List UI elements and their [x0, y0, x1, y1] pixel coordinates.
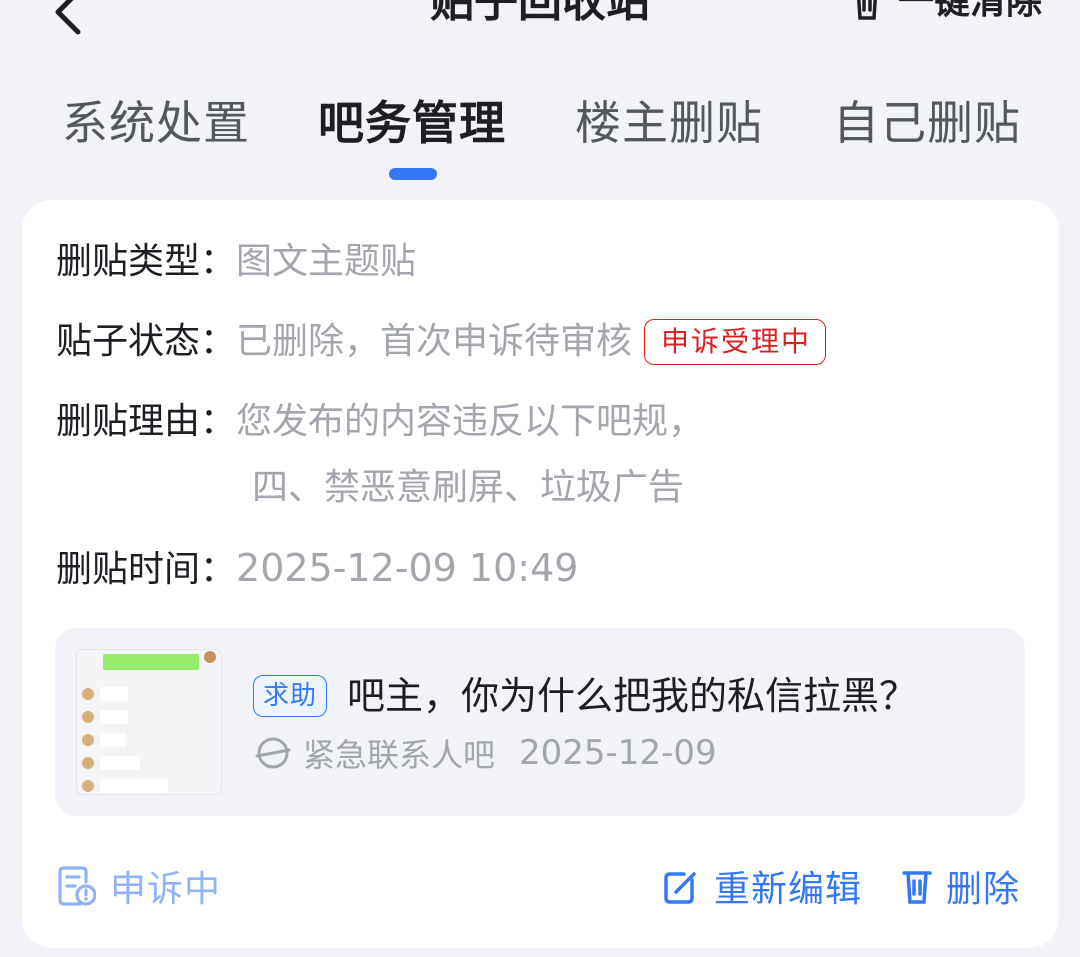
clear-all-label: 一键清除 [897, 0, 1042, 22]
trash-icon [902, 871, 932, 904]
tab-self-deleted[interactable]: 自己删贴 [833, 92, 1021, 154]
post-title: 吧主，你为什么把我的私信拉黑？ [347, 674, 918, 718]
post-status-value: 已删除，首次申诉待审核 [236, 321, 633, 362]
tab-forum-admin[interactable]: 吧务管理 [318, 92, 506, 154]
delete-reason-line2: 四、禁恶意刷屏、垃圾广告 [252, 467, 685, 508]
delete-time-key: 删贴时间： [56, 549, 237, 590]
delete-reason-line1: 您发布的内容违反以下吧规， [236, 401, 705, 442]
post-thumbnail [76, 649, 222, 795]
chat-screenshot-thumbnail [77, 650, 221, 794]
appeal-status-label: 申诉中 [110, 869, 222, 910]
tab-bar: 系统处置 吧务管理 楼主删贴 自己删贴 [0, 92, 1080, 162]
tab-op-deleted[interactable]: 楼主删贴 [575, 92, 763, 154]
clear-all-button[interactable]: 一键清除 [850, 0, 1042, 26]
delete-time-row: 删贴时间：2025-12-09 10:49 [56, 544, 578, 594]
post-status-key: 贴子状态： [56, 321, 237, 362]
recycle-bin-page: 贴子回收站 一键清除 系统处置 吧务管理 楼主删贴 自己删贴 删贴类型：图文主题… [0, 0, 1080, 957]
forum-name: 紧急联系人吧 [303, 736, 496, 774]
delete-reason-row: 删贴理由：您发布的内容违反以下吧规， [56, 398, 704, 446]
appeal-status-badge: 申诉受理中 [644, 319, 827, 365]
re-edit-button[interactable]: 重新编辑 [662, 860, 862, 912]
delete-time-value: 2025-12-09 10:49 [236, 546, 579, 590]
delete-label: 删除 [946, 869, 1021, 910]
trash-icon [857, 0, 877, 20]
delete-button[interactable]: 删除 [900, 860, 1020, 912]
delete-reason-key: 删贴理由： [56, 401, 237, 442]
deleted-post-card: 删贴类型：图文主题贴 贴子状态： 已删除，首次申诉待审核 申诉受理中 删贴理由：您… [22, 200, 1059, 948]
post-preview[interactable]: 求助 吧主，你为什么把我的私信拉黑？ 紧急联系人吧 2025-12-09 [55, 628, 1025, 816]
post-date: 2025-12-09 [519, 733, 717, 773]
delete-type-value: 图文主题贴 [236, 241, 417, 282]
document-alert-icon [58, 866, 96, 906]
forum-icon [255, 737, 291, 769]
appeal-status-button[interactable]: 申诉中 [56, 860, 221, 912]
post-title-row: 求助 吧主，你为什么把我的私信拉黑？ [253, 670, 917, 722]
delete-reason-row-2: 四、禁恶意刷屏、垃圾广告 [252, 464, 684, 512]
active-tab-indicator [389, 168, 437, 180]
edit-icon [664, 872, 696, 904]
post-meta: 紧急联系人吧 2025-12-09 [255, 730, 717, 776]
re-edit-label: 重新编辑 [714, 869, 863, 910]
post-status-row: 贴子状态： 已删除，首次申诉待审核 申诉受理中 [56, 318, 827, 366]
help-tag: 求助 [253, 675, 328, 717]
top-bar: 贴子回收站 一键清除 [0, 0, 1080, 40]
delete-type-row: 删贴类型：图文主题贴 [56, 238, 416, 286]
tab-system-action[interactable]: 系统处置 [62, 92, 250, 154]
delete-type-key: 删贴类型： [56, 241, 237, 282]
